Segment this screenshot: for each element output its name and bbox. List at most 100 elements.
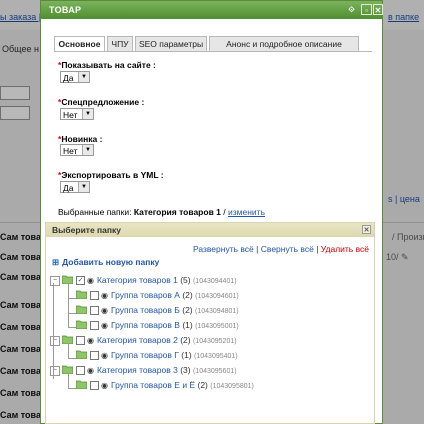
folder-icon [75,290,88,302]
folder-checkbox[interactable] [76,336,85,346]
folder-count: (1) [182,320,193,330]
folder-icon [75,305,88,317]
folder-count: (1) [181,350,192,360]
eye-icon: ◉ [101,290,108,300]
chevron-down-icon: ▼ [82,109,93,119]
field-label-text: Экспортировать в YML : [61,170,164,180]
folder-checkbox[interactable] [90,381,99,391]
folder-name[interactable]: Группа товаров Б [111,305,180,315]
field-label-special-offer: *Спецпредложение : [58,97,144,107]
eye-icon: ◉ [101,350,108,360]
new-item-select[interactable]: Нет ▼ [60,144,94,156]
folder-id: (1043094401) [192,278,237,285]
delete-all-link[interactable]: Удалить всё [321,244,369,254]
folder-checkbox[interactable] [90,321,99,331]
eye-icon: ◉ [101,380,108,390]
tree-connector-line [68,373,69,389]
separator: | [256,244,259,254]
selected-folder-name: Категория товаров 1 [133,207,221,217]
folder-checkbox[interactable] [90,351,99,361]
folder-name[interactable]: Группа товаров А [111,290,180,300]
folder-icon [75,350,88,362]
folder-checkbox[interactable]: ✓ [76,276,85,286]
picker-actions: Развернуть всё | Свернуть всё | Удалить … [193,244,369,254]
picker-title-bar[interactable]: Выберите папку ✕ [46,223,374,237]
picker-title: Выберите папку [52,225,122,235]
tree-group-row[interactable]: ◉ Группа товаров Е и Ё (2) (1043095801) [75,379,254,392]
collapse-all-link[interactable]: Свернуть всё [261,244,314,254]
close-icon[interactable]: ✕ [362,225,371,234]
folder-count: (2) [180,335,191,345]
folder-checkbox[interactable] [90,291,99,301]
tree-connector-line [68,298,76,299]
tab-description[interactable]: Анонс и подробное описание [209,36,359,51]
separator: | [316,244,319,254]
select-value: Нет [63,146,78,156]
tree-category-row[interactable]: − ◉ Категория товаров 3 (3) (1043095601) [50,364,237,376]
show-on-site-select[interactable]: Да ▼ [60,71,90,83]
tree-group-row[interactable]: ◉ Группа товаров Б (2) (1043094801) [75,304,239,317]
folder-name[interactable]: Группа товаров Г [111,350,179,360]
selected-folders-line: Выбранные папки: Категория товаров 1 / и… [58,207,265,217]
folder-name[interactable]: Категория товаров 3 [97,365,178,375]
tab-main[interactable]: Основное [54,36,105,52]
tree-group-row[interactable]: ◉ Группа товаров Г (1) (1043095401) [75,349,238,362]
restore-icon[interactable]: ⟐ [346,4,357,15]
folder-name[interactable]: Категория товаров 2 [97,335,178,345]
folder-name[interactable]: Группа товаров В [111,320,180,330]
folder-icon [75,320,88,332]
tab-url[interactable]: ЧПУ [107,36,133,51]
folder-id: (1043094801) [195,308,239,315]
select-value: Нет [63,110,78,120]
folder-id: (1043095001) [195,323,239,330]
tree-connector-line [68,358,76,359]
folder-id: (1043095801) [210,383,254,390]
folder-checkbox[interactable] [90,306,99,316]
tree-group-row[interactable]: ◉ Группа товаров А (2) (1043094601) [75,289,239,302]
tree-connector-line [68,313,76,314]
folder-count: (3) [180,365,191,375]
collapse-toggle-icon[interactable]: − [50,335,60,346]
chevron-down-icon: ▼ [78,72,89,82]
eye-icon: ◉ [87,275,94,285]
close-icon[interactable]: ✕ [373,4,383,15]
tree-connector-line [53,283,54,379]
field-label-text: Новинка : [61,134,103,144]
export-yml-select[interactable]: Да ▼ [60,181,90,193]
add-folder-link[interactable]: ⊞ Добавить новую папку [52,257,159,268]
field-label-new-item: *Новинка : [58,134,102,144]
eye-icon: ◉ [87,335,94,345]
folder-name[interactable]: Категория товаров 1 [97,275,178,285]
folder-checkbox[interactable] [76,366,85,376]
change-folder-link[interactable]: изменить [228,207,265,217]
chevron-down-icon: ▼ [78,182,89,192]
add-folder-label: Добавить новую папку [62,257,160,267]
tab-seo[interactable]: SEO параметры [135,36,207,51]
tree-connector-line [68,343,69,359]
folder-picker-panel: Выберите папку ✕ Развернуть всё | Сверну… [45,222,375,424]
folder-icon [75,380,88,392]
plus-icon: ⊞ [52,257,60,267]
tree-category-row[interactable]: − ✓ ◉ Категория товаров 1 (5) (1043094401) [50,274,237,286]
eye-icon: ◉ [87,365,94,375]
folder-id: (1043095201) [192,338,237,345]
folder-name[interactable]: Группа товаров Е и Ё [111,380,195,390]
dialog-title-bar[interactable]: ТОВАР ⟐ ▫ ✕ [41,1,383,19]
tree-category-row[interactable]: − ◉ Категория товаров 2 (2) (1043095201) [50,334,237,346]
folder-count: (5) [180,275,191,285]
eye-icon: ◉ [101,320,108,330]
maximize-icon[interactable]: ▫ [361,4,372,15]
tree-connector-line [68,388,76,389]
select-value: Да [63,183,74,193]
expand-all-link[interactable]: Развернуть всё [193,244,254,254]
folder-count: (2) [182,290,193,300]
collapse-toggle-icon[interactable]: − [50,365,60,376]
tree-connector-line [68,283,69,327]
selected-folders-label: Выбранные папки: [58,207,132,217]
eye-icon: ◉ [101,305,108,315]
folder-count: (2) [197,380,208,390]
collapse-toggle-icon[interactable]: − [50,275,60,286]
tree-group-row[interactable]: ◉ Группа товаров В (1) (1043095001) [75,319,239,332]
special-offer-select[interactable]: Нет ▼ [60,108,94,120]
chevron-down-icon: ▼ [82,145,93,155]
